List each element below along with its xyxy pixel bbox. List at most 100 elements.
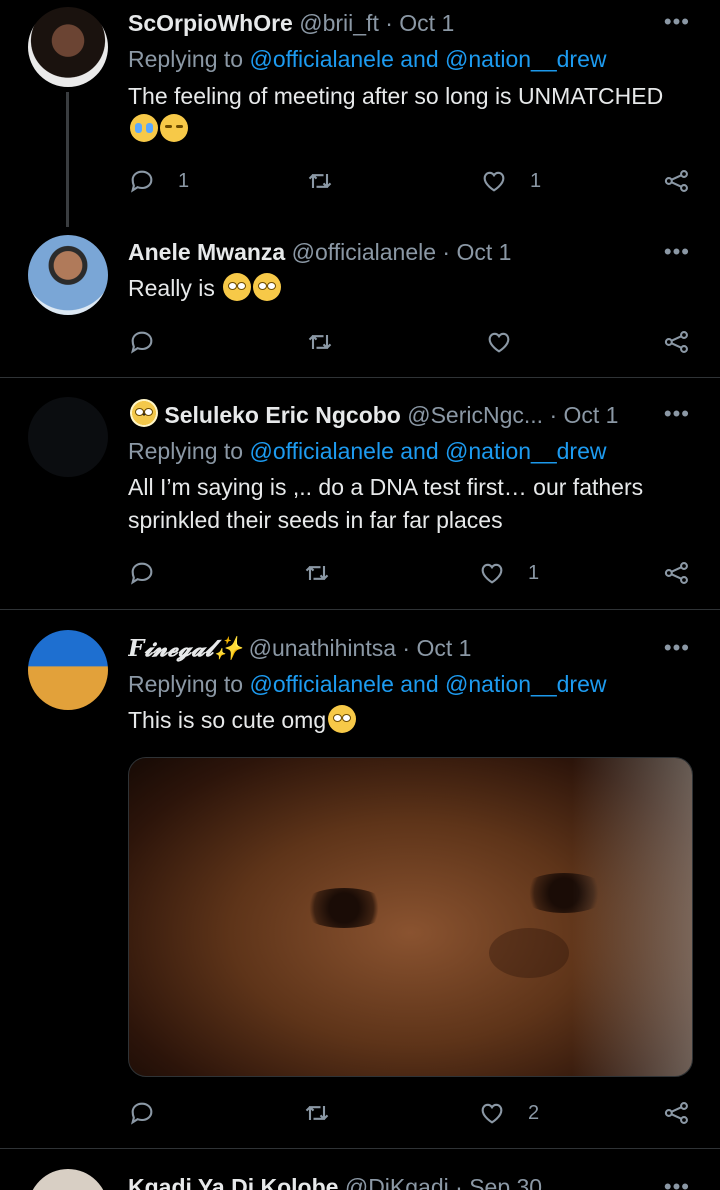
- display-name[interactable]: ScOrpioWhOre: [128, 10, 293, 36]
- display-name[interactable]: Kgadi Ya Di Kolobe: [128, 1174, 338, 1190]
- tweet-date[interactable]: Oct 1: [456, 239, 511, 265]
- separator-dot: ·: [385, 10, 393, 36]
- rolling-eyes-face-icon: [223, 273, 252, 301]
- avatar[interactable]: [28, 397, 108, 477]
- share-icon: [664, 562, 688, 584]
- avatar[interactable]: [28, 235, 108, 315]
- like-icon: [488, 332, 510, 353]
- mention-link[interactable]: @nation__drew: [445, 671, 606, 697]
- like-button[interactable]: 1: [478, 558, 539, 588]
- like-button[interactable]: 2: [478, 1098, 539, 1128]
- replying-prefix: Replying to: [128, 46, 250, 72]
- tweet-image[interactable]: [128, 757, 693, 1077]
- user-handle[interactable]: @SericNgc...: [407, 402, 543, 428]
- replying-prefix: Replying to: [128, 671, 250, 697]
- user-handle[interactable]: @officialanele: [292, 239, 436, 265]
- share-button[interactable]: [663, 327, 691, 357]
- more-icon[interactable]: •••: [664, 637, 690, 659]
- tweet-header: F𝓲𝓷𝓮𝓰𝓪𝓵✨ @unathihintsa · Oct 1: [128, 632, 640, 665]
- like-icon: [481, 563, 503, 584]
- tweet-feed: ScOrpioWhOre @brii_ft · Oct 1 ••• Replyi…: [0, 0, 720, 1190]
- share-button[interactable]: [663, 1098, 691, 1128]
- thread-line: [66, 92, 69, 227]
- like-count: 2: [528, 1101, 540, 1124]
- action-bar: [128, 327, 693, 357]
- retweet-icon: [308, 335, 332, 349]
- replying-and: and: [393, 46, 446, 72]
- avatar[interactable]: [28, 630, 108, 710]
- more-icon[interactable]: •••: [664, 241, 690, 263]
- share-button[interactable]: [663, 558, 691, 588]
- tweet-header: Anele Mwanza @officialanele · Oct 1: [128, 236, 640, 268]
- action-bar: 2: [128, 1098, 693, 1128]
- retweet-button[interactable]: [303, 1098, 331, 1128]
- tweet-4[interactable]: F𝓲𝓷𝓮𝓰𝓪𝓵✨ @unathihintsa · Oct 1 ••• Reply…: [0, 610, 720, 1148]
- separator-dot: ·: [402, 635, 411, 661]
- share-icon: [664, 331, 688, 353]
- tweet-text-line: All I’m saying is ,.. do a DNA test firs…: [128, 474, 644, 500]
- reply-button[interactable]: 1: [128, 166, 189, 196]
- replying-to: Replying to @officialanele and @nation__…: [128, 43, 606, 75]
- avatar[interactable]: [28, 7, 108, 87]
- reply-button[interactable]: [128, 558, 156, 588]
- like-button[interactable]: [485, 327, 513, 357]
- tweet-text-content: The feeling of meeting after so long is …: [128, 83, 664, 109]
- separator-dot: ·: [455, 1174, 463, 1190]
- replying-prefix: Replying to: [128, 438, 250, 464]
- avatar[interactable]: [28, 1169, 108, 1190]
- tweet-2[interactable]: Anele Mwanza @officialanele · Oct 1 ••• …: [0, 232, 720, 377]
- tweet-date[interactable]: Oct 1: [399, 10, 454, 36]
- share-icon: [664, 1102, 688, 1124]
- reply-button[interactable]: [128, 327, 156, 357]
- action-bar: 1: [128, 558, 693, 588]
- tweet-text: All I’m saying is ,.. do a DNA test firs…: [128, 471, 690, 537]
- mention-link[interactable]: @officialanele: [249, 671, 393, 697]
- like-icon: [481, 1103, 503, 1124]
- display-name[interactable]: Anele Mwanza: [128, 239, 285, 265]
- tweet-date[interactable]: Sep 30: [469, 1174, 542, 1190]
- retweet-button[interactable]: [303, 558, 331, 588]
- replying-to: Replying to @officialanele and @nation__…: [128, 668, 606, 700]
- separator-dot: ·: [549, 402, 558, 428]
- user-handle[interactable]: @brii_ft: [299, 10, 379, 36]
- display-name[interactable]: F𝓲𝓷𝓮𝓰𝓪𝓵✨: [128, 635, 242, 662]
- tweet-5[interactable]: Kgadi Ya Di Kolobe @DiKgadi · Sep 30 •••: [0, 1149, 720, 1190]
- reply-button[interactable]: [128, 1098, 156, 1128]
- tweet-text-content: This is so cute omg: [128, 707, 327, 733]
- reply-icon: [131, 562, 153, 585]
- user-handle[interactable]: @DiKgadi: [345, 1174, 449, 1190]
- cd-emoji-icon: [130, 399, 158, 427]
- tweet-date[interactable]: Oct 1: [564, 402, 619, 428]
- mention-link[interactable]: @nation__drew: [445, 438, 606, 464]
- separator-dot: ·: [442, 239, 451, 265]
- image-detail: [299, 888, 389, 928]
- reply-icon: [131, 331, 153, 354]
- retweet-icon: [305, 566, 329, 580]
- mention-link[interactable]: @nation__drew: [445, 46, 606, 72]
- retweet-icon: [308, 174, 332, 188]
- display-name[interactable]: Seluleko Eric Ngcobo: [164, 402, 400, 428]
- tweet-date[interactable]: Oct 1: [416, 635, 471, 661]
- user-handle[interactable]: @unathihintsa: [249, 635, 396, 661]
- share-button[interactable]: [663, 166, 691, 196]
- retweet-button[interactable]: [306, 166, 334, 196]
- image-detail: [489, 928, 569, 978]
- weary-face-icon: [160, 114, 188, 142]
- mention-link[interactable]: @officialanele: [249, 438, 393, 464]
- more-icon[interactable]: •••: [664, 11, 690, 33]
- tweet-header: Kgadi Ya Di Kolobe @DiKgadi · Sep 30: [128, 1171, 640, 1190]
- rolling-eyes-face-icon: [253, 273, 282, 301]
- mention-link[interactable]: @officialanele: [249, 46, 393, 72]
- reply-count: 1: [178, 169, 190, 192]
- tweet-3[interactable]: Seluleko Eric Ngcobo @SericNgc... · Oct …: [0, 378, 720, 608]
- replying-to: Replying to @officialanele and @nation__…: [128, 435, 606, 467]
- image-detail: [572, 758, 692, 1076]
- tweet-1[interactable]: ScOrpioWhOre @brii_ft · Oct 1 ••• Replyi…: [0, 0, 720, 227]
- like-button[interactable]: 1: [480, 166, 541, 196]
- retweet-button[interactable]: [306, 327, 334, 357]
- like-count: 1: [528, 561, 540, 584]
- action-bar: 1 1: [128, 166, 693, 196]
- more-icon[interactable]: •••: [664, 403, 690, 425]
- crying-face-icon: [130, 114, 158, 142]
- more-icon[interactable]: •••: [664, 1176, 690, 1190]
